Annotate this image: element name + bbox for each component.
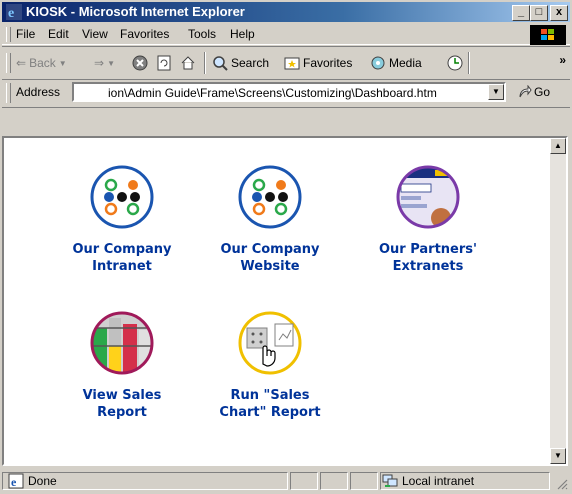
run-report-icon: [238, 311, 302, 375]
go-button[interactable]: Go: [518, 85, 550, 99]
back-arrow-icon: ⇐: [16, 56, 27, 70]
media-button[interactable]: Media: [370, 53, 422, 73]
vertical-scrollbar[interactable]: ▲ ▼: [550, 138, 566, 464]
history-button[interactable]: [446, 53, 464, 73]
forward-arrow-icon: ⇒: [94, 56, 105, 70]
tile-label-line: Chart" Report: [219, 405, 321, 420]
toolbar-grip[interactable]: [6, 53, 11, 73]
status-panel: [320, 472, 348, 490]
minimize-button[interactable]: _: [512, 5, 530, 21]
history-icon: [447, 55, 463, 71]
menu-bar: File Edit View Favorites Tools Help: [2, 24, 570, 45]
tile-label[interactable]: Run "Sales Chart" Report: [200, 387, 340, 421]
address-input[interactable]: ion\Admin Guide\Frame\Screens\Customizin…: [72, 82, 506, 102]
tile-view-sales-report[interactable]: View Sales Report: [52, 310, 192, 421]
local-intranet-icon: [382, 474, 398, 487]
tile-label-line: Website: [240, 259, 300, 274]
tile-label[interactable]: Our Company Website: [200, 241, 340, 275]
tile-label-line: Intranet: [92, 259, 152, 274]
tile-partners-extranets[interactable]: Our Partners' Extranets: [358, 164, 498, 275]
zone-label: Local intranet: [402, 474, 475, 488]
partner-screenshot-icon: [396, 165, 460, 229]
status-panel: [290, 472, 318, 490]
favorites-label: Favorites: [303, 56, 353, 70]
search-label: Search: [231, 56, 270, 70]
tile-label-line: Run "Sales: [230, 388, 310, 403]
favorites-icon: [284, 57, 300, 70]
address-value[interactable]: ion\Admin Guide\Frame\Screens\Customizin…: [108, 86, 437, 100]
close-button[interactable]: x: [550, 5, 568, 21]
bar-report-icon: [90, 311, 154, 375]
refresh-button[interactable]: [156, 53, 172, 73]
tile-label-line: View Sales: [82, 388, 162, 403]
svg-text:e: e: [8, 6, 14, 20]
resize-grip-icon[interactable]: [556, 478, 568, 490]
toolbar-overflow-chevron[interactable]: »: [559, 53, 566, 67]
tile-run-sales-chart-report[interactable]: Run "Sales Chart" Report: [200, 310, 340, 421]
status-panel: [350, 472, 378, 490]
tile-company-intranet[interactable]: Our Company Intranet: [52, 164, 192, 275]
menu-tools[interactable]: Tools: [188, 27, 216, 41]
dots-logo-icon: [90, 165, 154, 229]
tile-label-line: Report: [97, 405, 147, 420]
toolbar-separator: [468, 52, 470, 74]
tile-label[interactable]: Our Company Intranet: [52, 241, 192, 275]
favorites-button[interactable]: Favorites: [284, 53, 352, 73]
title-bar: e KIOSK - Microsoft Internet Explorer _ …: [2, 2, 570, 22]
media-icon: [371, 56, 385, 70]
home-icon: [181, 56, 195, 70]
address-grip[interactable]: [6, 83, 11, 103]
menu-file[interactable]: File: [16, 27, 35, 41]
tile-label-line: Our Company: [72, 242, 172, 257]
tile-label[interactable]: Our Partners' Extranets: [358, 241, 498, 275]
menu-view[interactable]: View: [82, 27, 108, 41]
dots-logo-icon: [238, 165, 302, 229]
tile-label-line: Our Partners': [378, 242, 478, 257]
home-button[interactable]: [180, 53, 196, 73]
dropdown-arrow-icon: ▼: [58, 58, 67, 68]
standard-toolbar: ⇐ Back ▼ ⇒ ▼ Search Favorites Media »: [2, 46, 570, 80]
tile-label-line: Extranets: [392, 259, 464, 274]
security-zone: Local intranet: [382, 474, 474, 488]
go-arrow-icon: [519, 85, 532, 98]
stop-icon: [132, 55, 148, 71]
status-panel-main: [2, 472, 288, 490]
scroll-down-button[interactable]: ▼: [550, 448, 566, 464]
tile-label[interactable]: View Sales Report: [52, 387, 192, 421]
search-button[interactable]: Search: [212, 53, 269, 73]
address-dropdown-button[interactable]: ▼: [488, 84, 504, 100]
address-bar: Address ion\Admin Guide\Frame\Screens\Cu…: [2, 79, 570, 108]
back-button[interactable]: ⇐ Back ▼: [16, 53, 67, 73]
tile-label-line: Our Company: [220, 242, 320, 257]
scroll-up-button[interactable]: ▲: [550, 138, 566, 154]
dropdown-arrow-icon: ▼: [107, 58, 115, 68]
address-label: Address: [16, 85, 61, 99]
ie-logo-icon: e: [6, 4, 22, 20]
forward-button[interactable]: ⇒ ▼: [94, 53, 115, 73]
media-label: Media: [389, 56, 422, 70]
browser-window: e KIOSK - Microsoft Internet Explorer _ …: [0, 0, 572, 494]
search-icon: [213, 56, 228, 71]
menu-help[interactable]: Help: [230, 27, 255, 41]
windows-logo-icon: [530, 25, 566, 45]
go-label: Go: [534, 85, 551, 99]
window-title: KIOSK - Microsoft Internet Explorer: [26, 4, 245, 19]
toolbar-separator: [204, 52, 206, 74]
refresh-icon: [157, 55, 171, 71]
stop-button[interactable]: [132, 53, 148, 73]
menu-favorites[interactable]: Favorites: [120, 27, 169, 41]
menu-edit[interactable]: Edit: [48, 27, 69, 41]
page-content: Our Company Intranet Our Company Website: [2, 136, 568, 466]
back-label: Back: [29, 56, 56, 70]
maximize-button[interactable]: □: [530, 5, 548, 21]
status-bar: e Done Local intranet: [2, 470, 570, 492]
menu-grip[interactable]: [6, 27, 11, 42]
tile-company-website[interactable]: Our Company Website: [200, 164, 340, 275]
